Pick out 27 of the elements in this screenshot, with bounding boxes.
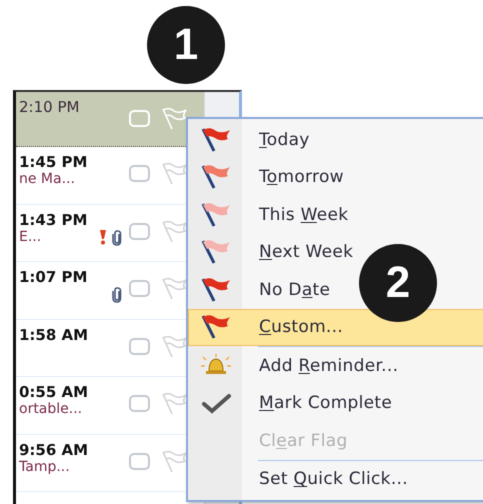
flag-outline-icon[interactable] [160, 220, 188, 244]
message-time: 0:55 AM [19, 383, 90, 401]
message-time: 1:43 PM [19, 210, 88, 228]
message-time: 1:58 AM [19, 326, 90, 344]
message-subject: E... [19, 229, 42, 245]
message-row[interactable]: 2:10 PM [16, 92, 204, 147]
flag-outline-icon[interactable] [160, 162, 188, 186]
checkbox[interactable] [129, 338, 150, 354]
message-time: 2:10 PM [19, 98, 80, 116]
checkbox[interactable] [129, 222, 150, 240]
checkbox[interactable] [129, 395, 150, 412]
message-time: 1:07 PM [19, 268, 88, 286]
flag-outline-icon[interactable] [160, 107, 188, 131]
message-time: 1:45 PM [19, 153, 88, 171]
message-subject: ortable... [19, 401, 84, 417]
flag-outline-icon[interactable] [160, 334, 188, 358]
message-subject: ne Ma... [19, 171, 76, 187]
flag-outline-icon[interactable] [160, 392, 188, 416]
step-number-overlay: 1 [147, 6, 225, 84]
flag-outline-icon[interactable] [160, 277, 188, 301]
checkbox[interactable] [129, 165, 150, 182]
checkbox[interactable] [129, 280, 150, 297]
checkmark-icon [201, 392, 231, 414]
checkbox[interactable] [129, 452, 150, 470]
message-time: 9:56 AM [19, 440, 90, 458]
flag-outline-icon[interactable] [160, 450, 188, 474]
message-subject: Tamp... [19, 458, 71, 474]
